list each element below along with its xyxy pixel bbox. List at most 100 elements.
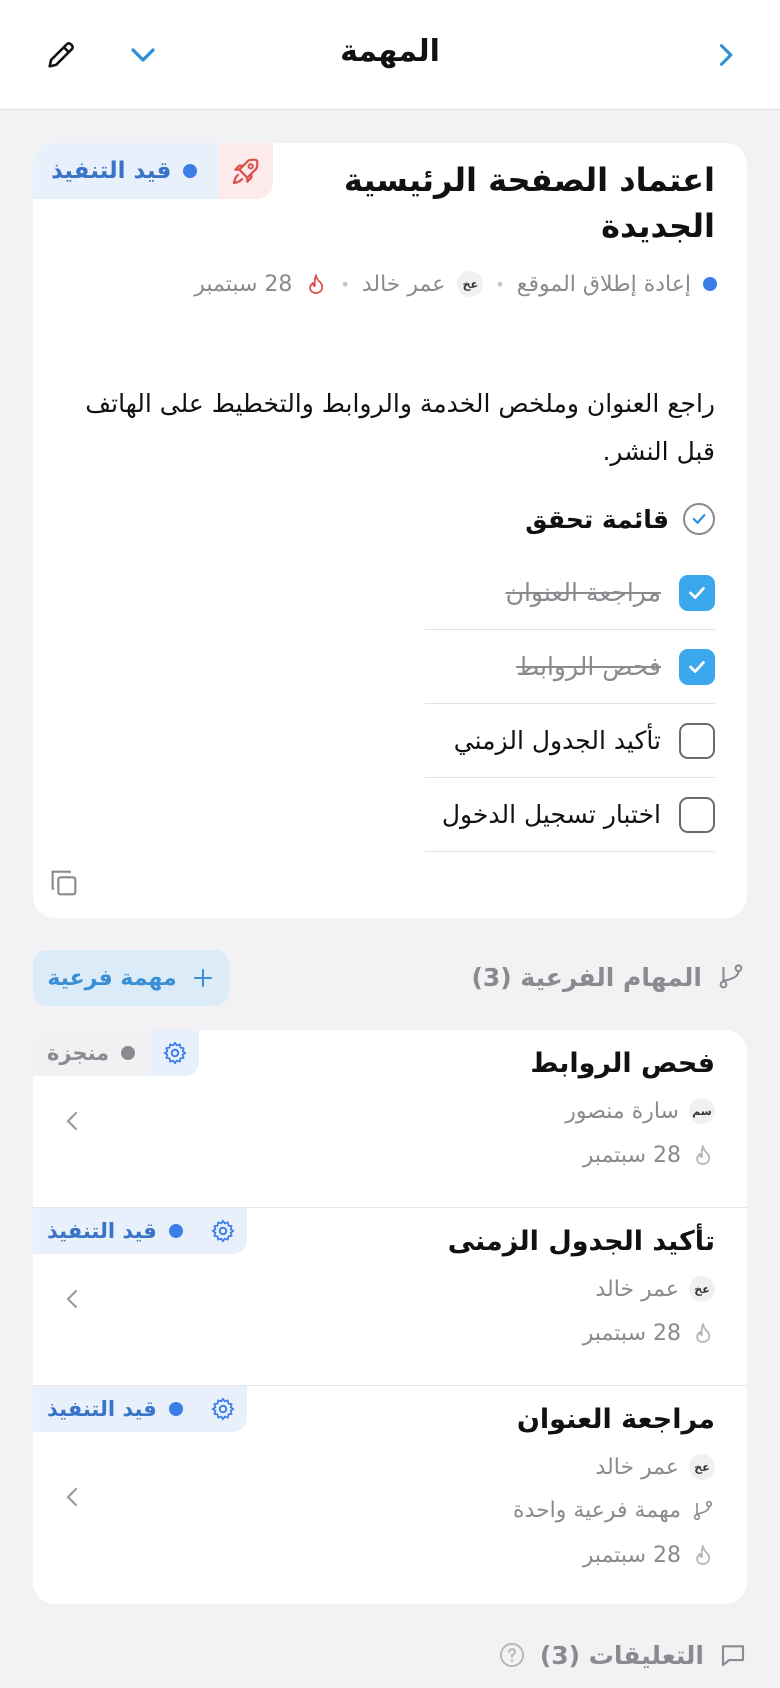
branch-icon: [719, 964, 743, 989]
checkbox[interactable]: [679, 648, 715, 685]
status-badge: منجزة: [33, 1030, 152, 1076]
add-subtask-label: مهمة فرعية: [47, 965, 177, 991]
gear-icon: [164, 1041, 187, 1065]
assignee-name: عمر خالد: [595, 1454, 679, 1480]
checklist-icon: [683, 503, 715, 535]
chevron-left-icon: [66, 1111, 78, 1131]
subtask-row[interactable]: قيد التنفيذ تأكيد الجدول الزمنى عخ عمر خ…: [33, 1208, 747, 1386]
page-title: المهمة: [340, 34, 440, 69]
checklist-header: قائمة تحقق: [525, 503, 715, 535]
subtask-type-badge: [198, 1208, 247, 1254]
rocket-icon: [233, 158, 259, 185]
checkbox[interactable]: [679, 722, 715, 759]
status-dot: [183, 164, 198, 178]
subtasks-title: المهام الفرعية (3): [471, 962, 702, 992]
pencil-icon: [48, 42, 74, 68]
comments-header[interactable]: التعليقات (3): [498, 1640, 748, 1670]
checklist: مراجعة العنوان فحص الروابط تأكيد الجدول …: [425, 556, 715, 852]
check-icon: [689, 660, 705, 673]
status-badge: قيد التنفيذ: [33, 1208, 199, 1254]
flame-icon: [696, 1545, 711, 1565]
subtask-count: مهمة فرعية واحدة: [512, 1498, 681, 1523]
status-dot: [168, 1402, 183, 1416]
chevron-down-icon: [131, 48, 155, 62]
due-date: 28 سبتمبر: [582, 1542, 681, 1568]
avatar: عخ: [689, 1454, 715, 1480]
subtasks-list: منجزة فحص الروابط سم سارة منصور 28 سبتمب…: [33, 1030, 747, 1604]
checkbox[interactable]: [679, 574, 715, 611]
chevron-left-icon: [66, 1289, 78, 1309]
status-dot: [168, 1224, 183, 1238]
edit-button[interactable]: [36, 30, 86, 80]
app-header: المهمة: [0, 0, 780, 110]
checklist-item-label: اختبار تسجيل الدخول: [441, 800, 661, 829]
checklist-title: قائمة تحقق: [525, 504, 669, 534]
checklist-item[interactable]: فحص الروابط: [425, 630, 715, 704]
subtask-assignee: عخ عمر خالد: [595, 1276, 715, 1302]
avatar: عخ: [457, 271, 484, 297]
checklist-item-label: تأكيد الجدول الزمني: [453, 726, 661, 755]
flame-icon: [696, 1145, 711, 1165]
subtask-due: 28 سبتمبر: [583, 1320, 715, 1346]
subtask-type-badge: [198, 1386, 247, 1432]
subtask-status-pill[interactable]: قيد التنفيذ: [33, 1386, 247, 1432]
comment-icon: [721, 1645, 745, 1667]
subtask-row[interactable]: قيد التنفيذ مراجعة العنوان عخ عمر خالد م…: [33, 1386, 747, 1604]
subtask-due: 28 سبتمبر: [583, 1542, 715, 1568]
checklist-item-label: مراجعة العنوان: [505, 578, 661, 607]
flame-icon: [309, 274, 324, 294]
subtask-type-badge: [151, 1030, 200, 1076]
status-dot: [121, 1046, 136, 1060]
copy-button[interactable]: [47, 866, 81, 904]
avatar: عخ: [689, 1276, 715, 1302]
subtask-due: 28 سبتمبر: [583, 1142, 715, 1168]
branch-icon: [693, 1500, 713, 1520]
subtask-row[interactable]: منجزة فحص الروابط سم سارة منصور 28 سبتمب…: [33, 1030, 747, 1208]
gear-icon: [211, 1219, 234, 1243]
subtask-assignee: سم سارة منصور: [565, 1098, 715, 1124]
task-status-pill[interactable]: قيد التنفيذ: [33, 143, 274, 199]
subtask-children: مهمة فرعية واحدة: [513, 1498, 715, 1523]
due-date: 28 سبتمبر: [582, 1320, 681, 1346]
status-label: قيد التنفيذ: [51, 158, 172, 184]
check-icon: [689, 586, 705, 599]
checklist-item[interactable]: تأكيد الجدول الزمني: [425, 704, 715, 778]
project-name[interactable]: إعادة إطلاق الموقع: [517, 272, 691, 297]
checklist-item-label: فحص الروابط: [516, 652, 661, 681]
task-description: راجع العنوان وملخص الخدمة والروابط والتخ…: [85, 389, 715, 466]
assignee-name: عمر خالد: [595, 1276, 679, 1302]
checklist-item[interactable]: اختبار تسجيل الدخول: [425, 778, 715, 852]
task-meta: إعادة إطلاق الموقع • عخ عمر خالد • 28 سب…: [194, 271, 717, 297]
subtask-assignee: عخ عمر خالد: [595, 1454, 715, 1480]
help-circle-icon[interactable]: [498, 1641, 526, 1669]
avatar: سم: [689, 1098, 715, 1124]
copy-icon: [51, 870, 77, 896]
task-card: قيد التنفيذ اعتماد الصفحة الرئيسية الجدي…: [33, 143, 747, 918]
checkbox[interactable]: [679, 796, 715, 833]
subtask-title: مراجعة العنوان: [516, 1404, 715, 1435]
task-title: اعتماد الصفحة الرئيسية الجديدة: [343, 161, 715, 245]
assignee-name: سارة منصور: [565, 1098, 679, 1124]
checklist-item[interactable]: مراجعة العنوان: [425, 556, 715, 630]
due-date: 28 سبتمبر: [582, 1142, 681, 1168]
gear-icon: [211, 1397, 234, 1421]
comments-title: التعليقات (3): [539, 1640, 704, 1670]
project-dot: [703, 277, 717, 291]
subtask-status-pill[interactable]: قيد التنفيذ: [33, 1208, 247, 1254]
status-badge: قيد التنفيذ: [33, 143, 220, 199]
task-type-badge: [219, 143, 274, 199]
subtask-status-pill[interactable]: منجزة: [33, 1030, 200, 1076]
assignee-name[interactable]: عمر خالد: [362, 272, 446, 297]
add-subtask-button[interactable]: مهمة فرعية: [33, 950, 229, 1006]
meta-separator: •: [340, 274, 350, 294]
status-label: قيد التنفيذ: [47, 1397, 157, 1421]
due-date[interactable]: 28 سبتمبر: [194, 272, 292, 297]
status-label: منجزة: [47, 1041, 110, 1065]
plus-icon: [193, 969, 212, 987]
dropdown-button[interactable]: [118, 30, 168, 80]
status-label: قيد التنفيذ: [47, 1219, 157, 1243]
subtask-title: فحص الروابط: [530, 1048, 715, 1079]
chevron-left-icon: [66, 1487, 78, 1507]
subtask-title: تأكيد الجدول الزمنى: [447, 1226, 715, 1257]
flame-icon: [696, 1323, 711, 1343]
